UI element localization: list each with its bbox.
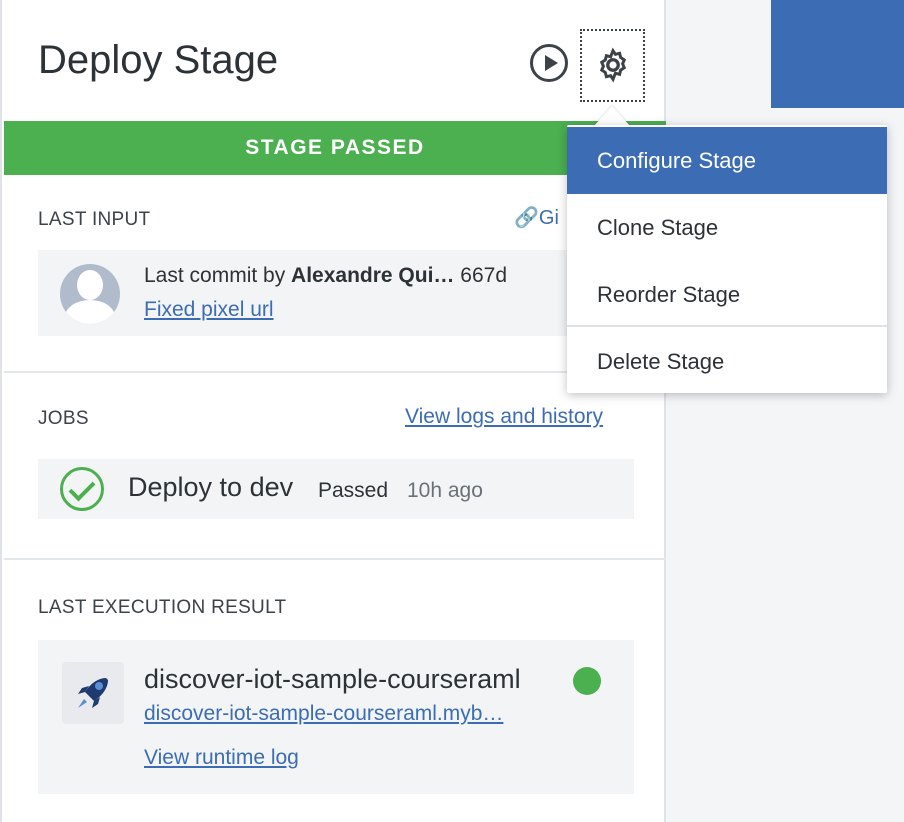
app-url-link[interactable]: discover-iot-sample-courseraml.myb… — [144, 702, 503, 726]
view-runtime-log-link[interactable]: View runtime log — [144, 746, 299, 770]
menu-pointer — [594, 106, 630, 126]
job-row[interactable]: Deploy to dev Passed 10h ago — [38, 459, 634, 519]
menu-item-reorder-stage[interactable]: Reorder Stage — [567, 261, 887, 328]
git-link-label: Gi — [538, 207, 559, 229]
app-status-indicator — [573, 667, 601, 695]
jobs-label: JOBS — [38, 408, 89, 429]
rocket-icon — [62, 662, 124, 724]
last-input-label: LAST INPUT — [38, 209, 151, 230]
stage-settings-menu: Configure Stage Clone Stage Reorder Stag… — [567, 125, 887, 393]
last-execution-label: LAST EXECUTION RESULT — [38, 597, 287, 618]
play-icon — [545, 55, 558, 71]
menu-divider — [567, 325, 887, 327]
commit-author: Alexandre Qui… — [291, 264, 455, 287]
stage-settings-button[interactable] — [580, 29, 645, 102]
commit-box: Last commit by Alexandre Qui… 667d Fixed… — [38, 250, 634, 336]
commit-summary: Last commit by Alexandre Qui… 667d — [144, 264, 507, 288]
menu-item-configure-stage[interactable]: Configure Stage — [567, 127, 887, 194]
commit-prefix: Last commit by — [144, 264, 292, 287]
stage-title: Deploy Stage — [38, 38, 279, 82]
app-name: discover-iot-sample-courseraml — [144, 664, 521, 694]
job-name: Deploy to dev — [128, 472, 294, 502]
gear-icon — [599, 47, 627, 83]
job-time: 10h ago — [407, 479, 483, 502]
commit-message-link[interactable]: Fixed pixel url — [144, 298, 274, 322]
menu-item-delete-stage[interactable]: Delete Stage — [567, 328, 887, 395]
commit-hash: 667d — [460, 264, 507, 287]
divider — [4, 558, 666, 560]
run-stage-button[interactable] — [530, 44, 568, 82]
execution-result-box: discover-iot-sample-courseraml discover-… — [38, 640, 634, 794]
user-avatar-icon — [60, 264, 120, 324]
link-icon: 🔗 — [514, 207, 539, 229]
check-circle-icon — [60, 467, 104, 511]
adjacent-stage-header — [771, 0, 904, 108]
menu-item-clone-stage[interactable]: Clone Stage — [567, 194, 887, 261]
view-logs-link[interactable]: View logs and history — [405, 405, 603, 429]
job-status: Passed — [318, 479, 389, 502]
git-link[interactable]: 🔗Gi — [514, 205, 559, 230]
stage-card: Deploy Stage STAGE PASSED LAST INPUT 🔗Gi… — [0, 0, 666, 822]
